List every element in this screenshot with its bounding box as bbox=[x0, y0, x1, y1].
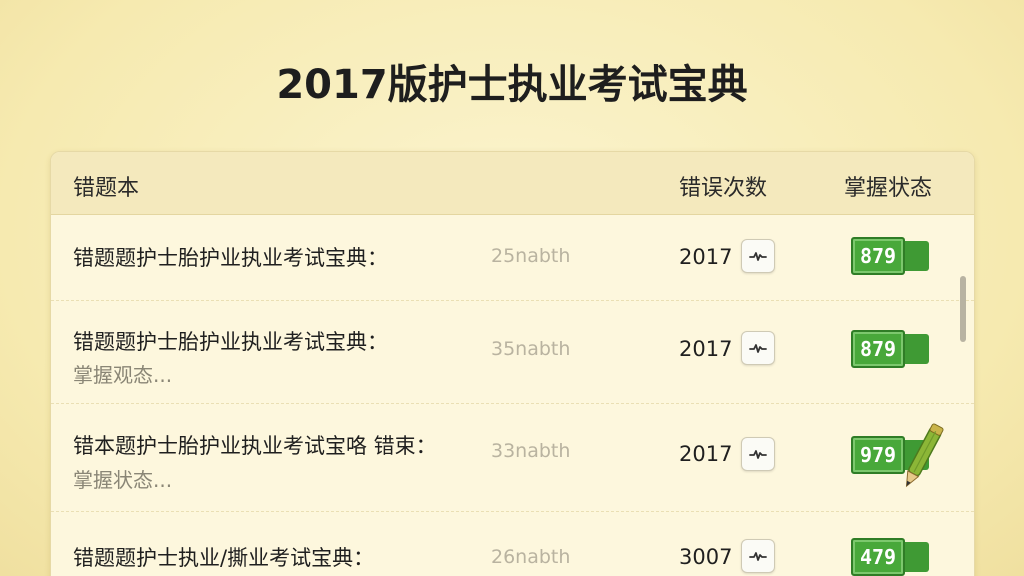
table-row[interactable]: 错本题护士胎护业执业考试宝咯 错束： 掌握状态... 33nabth 2017 … bbox=[51, 404, 974, 512]
error-count: 2017 bbox=[679, 245, 733, 269]
chart-button[interactable] bbox=[741, 239, 775, 273]
chart-button[interactable] bbox=[741, 331, 775, 365]
question-title[interactable]: 错题题护士执业/撕业考试宝典： bbox=[73, 542, 374, 572]
chart-button[interactable] bbox=[741, 539, 775, 573]
question-title[interactable]: 错本题护士胎护业执业考试宝咯 错束： bbox=[73, 430, 437, 460]
mastery-badge[interactable]: 479 bbox=[851, 538, 929, 576]
question-meta: 26nabth bbox=[491, 546, 571, 568]
wrong-questions-table: 错题本 错误次数 掌握状态 错题题护士胎护业执业考试宝典： 25nabth 20… bbox=[50, 151, 975, 576]
table-header: 错题本 错误次数 掌握状态 bbox=[51, 152, 974, 215]
pulse-chart-icon bbox=[749, 252, 767, 261]
mastery-badge-value: 879 bbox=[851, 237, 905, 275]
mastery-badge-value: 879 bbox=[851, 330, 905, 368]
pulse-chart-icon bbox=[749, 450, 767, 459]
scrollbar[interactable] bbox=[960, 276, 966, 342]
question-meta: 25nabth bbox=[491, 245, 571, 267]
question-subtitle: 掌握状态... bbox=[73, 468, 173, 492]
mastery-badge-value: 979 bbox=[851, 436, 905, 474]
error-count: 2017 bbox=[679, 442, 733, 466]
question-meta: 33nabth bbox=[491, 440, 571, 462]
pulse-chart-icon bbox=[749, 552, 767, 561]
mastery-badge[interactable]: 879 bbox=[851, 237, 929, 275]
mastery-badge-value: 479 bbox=[851, 538, 905, 576]
error-count: 3007 bbox=[679, 545, 733, 569]
table-row[interactable]: 错题题护士执业/撕业考试宝典： 26nabth 3007 479 bbox=[51, 512, 974, 576]
mastery-badge[interactable]: 879 bbox=[851, 330, 929, 368]
table-row[interactable]: 错题题护士胎护业执业考试宝典： 25nabth 2017 879 bbox=[51, 215, 974, 301]
header-error-count[interactable]: 错误次数 bbox=[679, 170, 767, 202]
question-subtitle: 掌握观态... bbox=[73, 363, 173, 387]
chart-button[interactable] bbox=[741, 437, 775, 471]
header-mastery-status[interactable]: 掌握状态 bbox=[844, 170, 932, 202]
table-row[interactable]: 错题题护士胎护业执业考试宝典： 掌握观态... 35nabth 2017 879 bbox=[51, 301, 974, 404]
header-wrong-questions: 错题本 bbox=[73, 176, 140, 201]
question-meta: 35nabth bbox=[491, 338, 571, 360]
page-title: 2017版护士执业考试宝典 bbox=[276, 62, 748, 108]
pulse-chart-icon bbox=[749, 344, 767, 353]
question-title[interactable]: 错题题护士胎护业执业考试宝典： bbox=[73, 242, 388, 272]
error-count: 2017 bbox=[679, 337, 733, 361]
pencil-icon bbox=[905, 423, 944, 488]
question-title[interactable]: 错题题护士胎护业执业考试宝典： bbox=[73, 326, 388, 356]
